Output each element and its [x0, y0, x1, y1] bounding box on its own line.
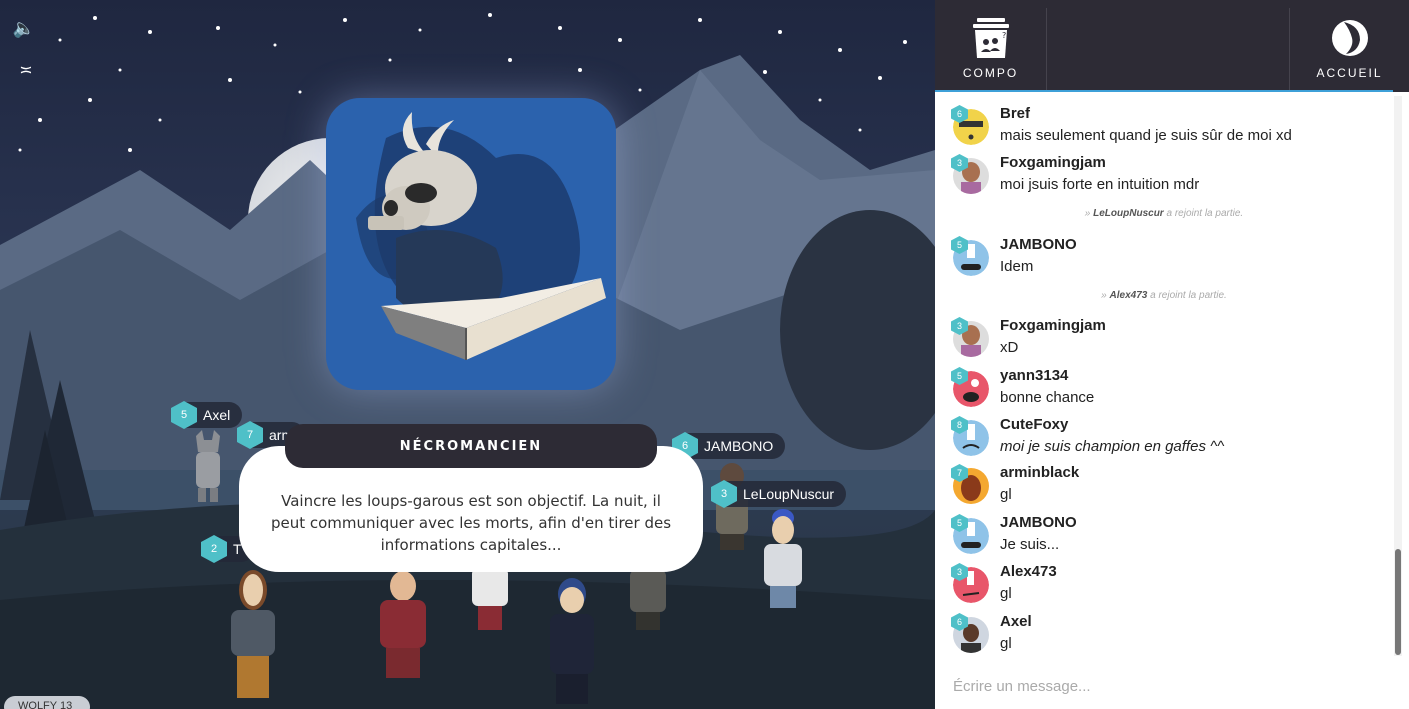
message-text: gl — [1000, 635, 1012, 652]
accueil-label: ACCUEIL — [1316, 66, 1383, 80]
player-character[interactable] — [628, 570, 668, 632]
necromancer-icon — [356, 112, 606, 360]
svg-text:?: ? — [1002, 31, 1008, 40]
game-label: WOLFY 13 — [4, 696, 90, 709]
player-character[interactable] — [712, 462, 752, 552]
username[interactable]: Axel — [1000, 613, 1032, 630]
game-scene: 🔈 ≍ 5 Axel 7 arm 6 JAMBONO 3 LeLoupNuscu… — [0, 0, 935, 709]
chat-message: 3 Alex473 gl — [951, 561, 1381, 607]
composition-icon: ? — [972, 18, 1009, 58]
message-text: Je suis... — [1000, 536, 1060, 553]
message-text: bonne chance — [1000, 389, 1095, 406]
username[interactable]: Bref — [1000, 105, 1030, 122]
compo-label: COMPO — [962, 66, 1019, 80]
player-name: Axel — [203, 407, 231, 423]
chat-message: 6 Axel gl — [951, 611, 1381, 656]
message-text: gl — [1000, 486, 1012, 503]
player-character[interactable] — [546, 576, 598, 706]
player-nameplate[interactable]: 3 LeLoupNuscur — [711, 480, 847, 508]
chat-message: 3 Foxgamingjam xD — [951, 315, 1381, 361]
message-input[interactable] — [935, 664, 1409, 709]
player-character[interactable] — [376, 570, 430, 680]
system-message: » Alex473 a rejoint la partie. — [1101, 290, 1227, 301]
compo-button[interactable]: ? COMPO — [935, 8, 1047, 92]
animation-toggle-icon[interactable]: ≍ — [12, 56, 40, 84]
player-name: JAMBONO — [704, 438, 774, 454]
chat-message: 6 Bref mais seulement quand je suis sûr … — [951, 103, 1381, 149]
message-text: mais seulement quand je suis sûr de moi … — [1000, 127, 1292, 144]
chat-scrollbar-thumb[interactable] — [1395, 549, 1401, 655]
wolf-character[interactable] — [190, 430, 226, 502]
message-text: moi jsuis forte en intuition mdr — [1000, 176, 1200, 193]
player-character[interactable] — [762, 508, 804, 610]
username[interactable]: Alex473 — [1000, 563, 1057, 580]
chat-message: 5 yann3134 bonne chance — [951, 365, 1381, 411]
chat-message: 5 JAMBONO Je suis... — [951, 512, 1381, 558]
message-text: xD — [1000, 339, 1019, 356]
system-text: a rejoint la partie. — [1166, 208, 1244, 219]
system-text: a rejoint la partie. — [1150, 290, 1227, 301]
chat-message: 5 JAMBONO Idem — [951, 234, 1381, 280]
username[interactable]: yann3134 — [1000, 367, 1068, 384]
wolf-moon-icon — [1331, 20, 1368, 56]
username[interactable]: arminblack — [1000, 464, 1079, 481]
chat-message: 7 arminblack gl — [951, 462, 1381, 508]
chat-messages[interactable]: 6 Bref mais seulement quand je suis sûr … — [935, 96, 1393, 656]
system-message: » LeLoupNuscur a rejoint la partie. — [1084, 208, 1244, 219]
username[interactable]: CuteFoxy — [1000, 416, 1068, 433]
sound-toggle-icon[interactable]: 🔈 — [10, 14, 38, 42]
username[interactable]: JAMBONO — [1000, 514, 1077, 531]
username[interactable]: Foxgamingjam — [1000, 154, 1106, 171]
chat-message: 8 CuteFoxy moi je suis champion en gaffe… — [951, 414, 1381, 460]
player-character[interactable] — [470, 568, 510, 632]
player-name: LeLoupNuscur — [743, 486, 835, 502]
chat-panel: ? COMPO ACCUEIL 6 Bref mais seulement qu… — [935, 0, 1409, 709]
role-name-banner: NÉCROMANCIEN — [285, 424, 657, 468]
topbar-accent-line — [935, 90, 1393, 92]
system-user: LeLoupNuscur — [1093, 208, 1164, 219]
chat-message: 3 Foxgamingjam moi jsuis forte en intuit… — [951, 152, 1381, 198]
player-character[interactable] — [225, 568, 281, 702]
role-card — [326, 98, 616, 390]
panel-topbar: ? COMPO ACCUEIL — [935, 0, 1409, 92]
message-text: moi je suis champion en gaffes ^^ — [1000, 438, 1225, 455]
accueil-button[interactable]: ACCUEIL — [1289, 8, 1409, 92]
player-nameplate[interactable]: 6 JAMBONO — [672, 432, 786, 460]
message-text: gl — [1000, 585, 1012, 602]
system-user: Alex473 — [1109, 290, 1148, 301]
message-text: Idem — [1000, 258, 1034, 275]
username[interactable]: JAMBONO — [1000, 236, 1077, 253]
username[interactable]: Foxgamingjam — [1000, 317, 1106, 334]
player-nameplate[interactable]: 5 Axel — [171, 401, 243, 429]
